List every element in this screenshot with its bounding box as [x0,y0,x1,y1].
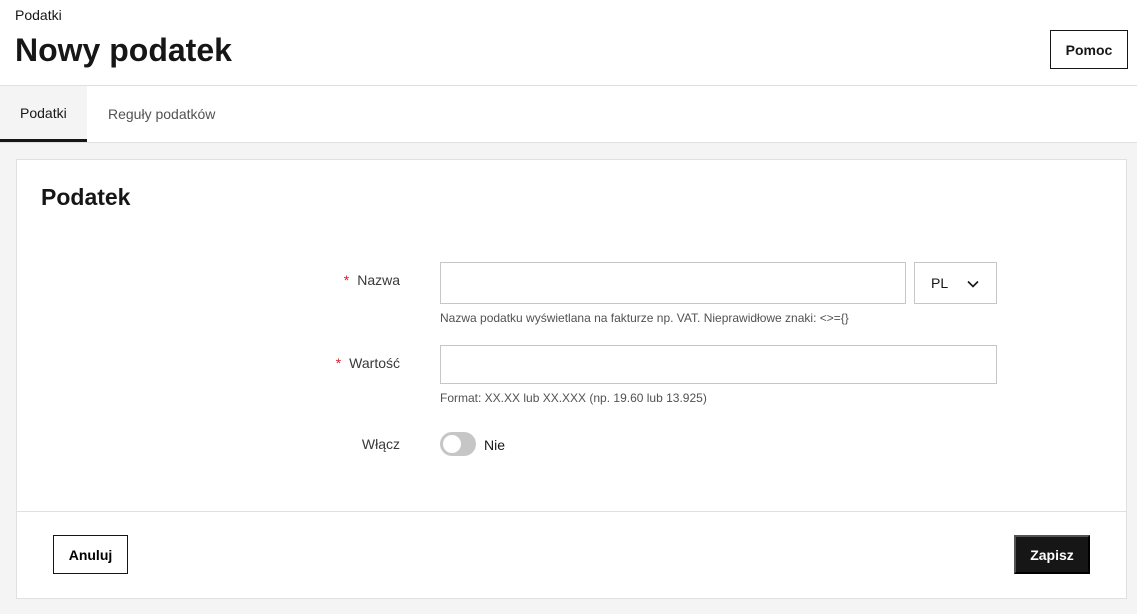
value-hint: Format: XX.XX lub XX.XXX (np. 19.60 lub … [440,391,707,405]
chevron-down-icon [967,280,979,288]
page-title: Nowy podatek [15,32,232,68]
toggle-knob [443,435,461,453]
enable-toggle[interactable] [440,432,476,456]
card-title: Podatek [41,184,131,210]
help-button[interactable]: Pomoc [1050,30,1128,69]
tab-tax-rules[interactable]: Reguły podatków [88,86,235,142]
required-marker: * [343,272,350,288]
tax-form-card: Podatek * Nazwa PL Nazwa podatku wyświetl… [16,159,1127,599]
tab-label: Podatki [20,104,67,121]
name-hint: Nazwa podatku wyświetlana na fakturze np… [440,311,849,325]
value-label: * Wartość [200,355,400,371]
tab-label: Reguły podatków [108,106,216,122]
name-input[interactable] [440,262,906,304]
language-value: PL [931,275,949,291]
name-label: * Nazwa [200,272,400,288]
breadcrumb[interactable]: Podatki [15,7,62,23]
language-select[interactable]: PL [914,262,997,304]
page-header: Podatki Nowy podatek Pomoc [0,0,1137,86]
save-button[interactable]: Zapisz [1014,535,1090,574]
cancel-button[interactable]: Anuluj [53,535,128,574]
name-label-text: Nazwa [357,272,400,288]
toggle-state-text: Nie [484,437,506,453]
tab-taxes[interactable]: Podatki [0,86,87,142]
required-marker: * [335,355,342,371]
value-input[interactable] [440,345,997,384]
footer-divider [17,511,1126,512]
value-label-text: Wartość [349,355,400,371]
enable-label: Włącz [361,436,400,452]
tab-bar: Podatki Reguły podatków [0,86,1137,143]
